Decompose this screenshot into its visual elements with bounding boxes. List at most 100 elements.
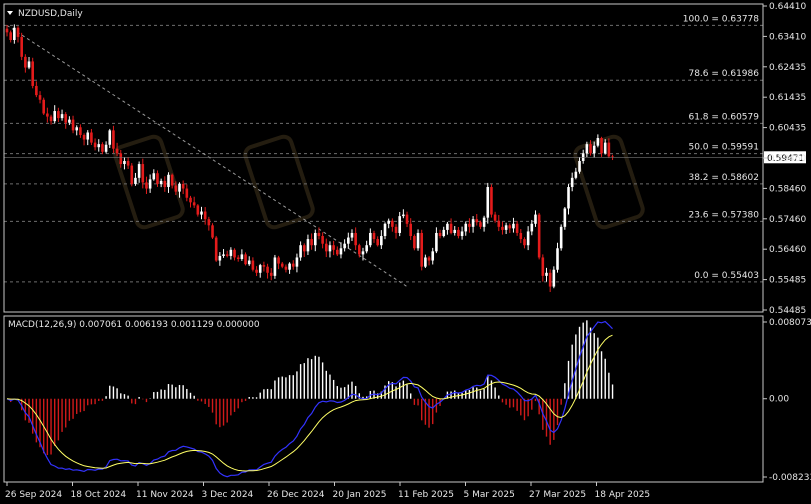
y-tick-label: 0.60435 xyxy=(769,124,806,134)
y-tick-label: 0.62435 xyxy=(769,63,806,73)
candle-body xyxy=(236,257,240,260)
y-tick-label: 0.54485 xyxy=(769,306,806,316)
candle-body xyxy=(258,265,262,273)
candle-body xyxy=(288,263,291,270)
candle-body xyxy=(391,220,394,227)
candle-body xyxy=(244,254,247,265)
candle-body xyxy=(178,183,181,192)
candle-body xyxy=(383,223,387,237)
y-tick-label: 0.64410 xyxy=(769,2,806,12)
candle-body xyxy=(299,245,302,258)
fib-label: 100.0 = 0.63778 xyxy=(683,14,760,24)
candle-body xyxy=(515,223,519,233)
candle-body xyxy=(369,232,372,246)
candle-body xyxy=(365,245,368,252)
candle-body xyxy=(53,111,57,122)
candle-body xyxy=(163,180,167,188)
candle-body xyxy=(501,226,504,230)
candle-body xyxy=(86,132,90,140)
candle-body xyxy=(420,232,424,267)
candle-body xyxy=(64,114,68,123)
y-tick-label: 0.55485 xyxy=(769,276,806,286)
x-tick-label: 3 Dec 2024 xyxy=(202,490,254,500)
candle-body xyxy=(247,260,251,265)
y-tick-label: 0.61435 xyxy=(769,93,806,103)
candle-body xyxy=(141,164,145,183)
candle-body xyxy=(592,145,596,154)
candle-body xyxy=(152,173,156,180)
candle-body xyxy=(269,272,273,276)
candle-body xyxy=(457,229,460,237)
chart-title-group[interactable]: NZDUSD,Daily xyxy=(7,9,83,19)
candle-body xyxy=(97,144,101,148)
candle-body xyxy=(126,160,130,166)
candle-body xyxy=(255,269,258,273)
candle-body xyxy=(291,263,295,267)
chart-canvas[interactable]: 100.0 = 0.63778 78.6 = 0.61986 61.8 = 0.60… xyxy=(0,0,811,504)
fib-label: 50.0 = 0.59591 xyxy=(688,143,759,153)
candle-body xyxy=(302,245,306,252)
candle-body xyxy=(251,260,255,270)
candle-body xyxy=(185,188,189,198)
candle-body xyxy=(207,219,211,226)
candle-body xyxy=(13,27,16,40)
candle-body xyxy=(112,130,115,149)
candle-body xyxy=(526,231,530,246)
candle-body xyxy=(332,245,335,250)
candle-body xyxy=(159,180,163,184)
candle-body xyxy=(75,127,79,131)
candle-body xyxy=(174,185,178,192)
candle-body xyxy=(358,245,361,255)
candle-body xyxy=(277,257,280,264)
candle-body xyxy=(537,214,541,258)
candle-body xyxy=(347,237,350,244)
candle-body xyxy=(31,61,34,86)
candle-body xyxy=(79,127,82,135)
x-tick-label: 18 Apr 2025 xyxy=(595,490,651,500)
candle-body xyxy=(427,257,431,261)
candle-body xyxy=(214,237,218,261)
candle-body xyxy=(90,132,93,143)
candle-body xyxy=(27,61,31,68)
candle-body xyxy=(196,205,200,215)
candle-body xyxy=(295,257,299,267)
candle-body xyxy=(284,266,288,270)
candle-body xyxy=(313,232,317,246)
candle-body xyxy=(559,226,563,249)
fib-label: 38.2 = 0.58602 xyxy=(688,173,759,183)
candle-body xyxy=(46,113,49,117)
x-tick-label: 5 Mar 2025 xyxy=(464,490,515,500)
candle-body xyxy=(449,223,453,233)
candle-body xyxy=(5,28,9,33)
candle-body xyxy=(567,187,570,209)
y-tick-label: 0.63410 xyxy=(769,32,806,42)
candle-body xyxy=(170,174,174,186)
x-tick-label: 26 Sep 2024 xyxy=(5,490,62,500)
candle-body xyxy=(328,245,332,252)
candle-body xyxy=(181,183,185,189)
candle-body xyxy=(145,182,148,189)
candle-body xyxy=(402,214,405,217)
candle-body xyxy=(306,239,310,252)
candle-body xyxy=(350,232,354,238)
candle-body xyxy=(600,138,603,154)
x-tick-label: 18 Oct 2024 xyxy=(71,490,127,500)
candle-body xyxy=(16,27,20,37)
candle-body xyxy=(585,144,589,154)
candle-body xyxy=(471,219,475,227)
candle-body xyxy=(479,222,482,227)
candle-body xyxy=(530,223,534,232)
candle-body xyxy=(156,173,159,184)
x-tick-label: 20 Jan 2025 xyxy=(333,490,387,500)
candle-body xyxy=(93,142,97,148)
candle-body xyxy=(203,211,207,220)
x-tick-label: 11 Nov 2024 xyxy=(136,490,194,500)
candle-body xyxy=(596,138,600,146)
candle-body xyxy=(556,248,559,270)
candle-body xyxy=(552,269,556,287)
candle-body xyxy=(460,231,464,237)
candle-body xyxy=(504,225,508,230)
candle-body xyxy=(82,134,86,140)
candle-body xyxy=(534,214,537,224)
candle-body xyxy=(523,239,526,246)
